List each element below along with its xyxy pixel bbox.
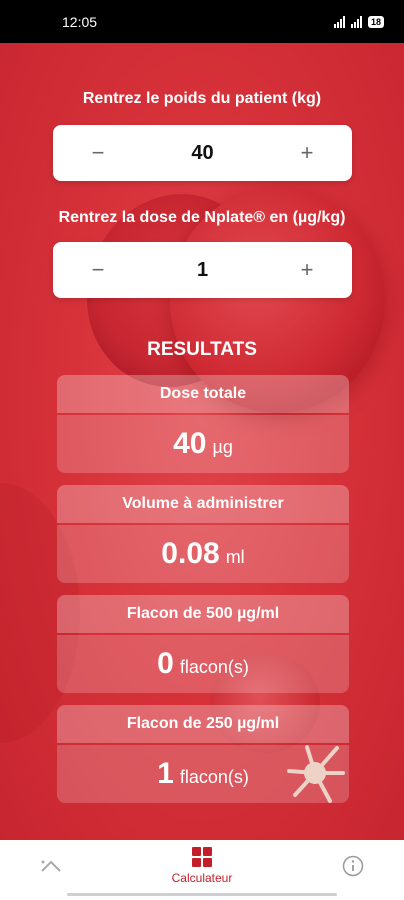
status-icons: 18 [333, 15, 384, 28]
nav-up-button[interactable] [40, 859, 62, 873]
result-header-volume: Volume à administrer [57, 485, 349, 523]
info-icon [342, 855, 364, 877]
result-number: 40 [173, 427, 207, 460]
dose-label: Rentrez la dose de Nplate® en (µg/kg) [58, 209, 346, 226]
weight-value[interactable]: 40 [191, 142, 213, 165]
nav-calculator-label: Calculateur [171, 871, 233, 885]
dose-increment-button[interactable]: + [262, 257, 352, 283]
weight-increment-button[interactable]: + [262, 140, 352, 166]
calculator-screen: Rentrez le poids du patient (kg) − 40 + … [0, 43, 404, 840]
nav-calculator-tab[interactable]: Calculateur [171, 847, 233, 885]
weight-stepper[interactable]: − 40 + [53, 125, 352, 181]
result-unit: flacon(s) [179, 767, 249, 787]
result-unit: ml [225, 547, 245, 567]
signal-icon-2 [350, 15, 362, 28]
dose-stepper[interactable]: − 1 + [53, 242, 352, 298]
result-value-vial-500: 0 flacon(s) [57, 635, 349, 693]
result-number: 0 [157, 647, 174, 680]
weight-label: Rentrez le poids du patient (kg) [82, 90, 322, 107]
results-title: RESULTATS [147, 339, 257, 360]
weight-decrement-button[interactable]: − [53, 140, 143, 166]
result-value-total-dose: 40 µg [57, 415, 349, 473]
result-unit: µg [212, 437, 233, 457]
result-unit: flacon(s) [179, 657, 249, 677]
status-time: 12:05 [62, 13, 98, 30]
result-header-vial-500: Flacon de 500 µg/ml [57, 595, 349, 633]
result-number: 1 [157, 757, 174, 790]
result-value-vial-250: 1 flacon(s) [57, 745, 349, 803]
battery-icon: 18 [367, 15, 384, 28]
calculator-icon [191, 847, 212, 867]
chevron-up-icon [41, 860, 61, 872]
result-header-total-dose: Dose totale [57, 375, 349, 413]
nav-info-button[interactable] [342, 855, 364, 877]
dose-decrement-button[interactable]: − [53, 257, 143, 283]
dose-value[interactable]: 1 [197, 259, 208, 282]
bottom-nav: Calculateur [0, 840, 404, 900]
result-number: 0.08 [161, 537, 220, 570]
result-header-vial-250: Flacon de 250 µg/ml [57, 705, 349, 743]
result-value-volume: 0.08 ml [57, 525, 349, 583]
signal-icon [333, 15, 345, 28]
home-indicator [67, 893, 337, 896]
status-bar: 12:05 18 [0, 0, 404, 43]
